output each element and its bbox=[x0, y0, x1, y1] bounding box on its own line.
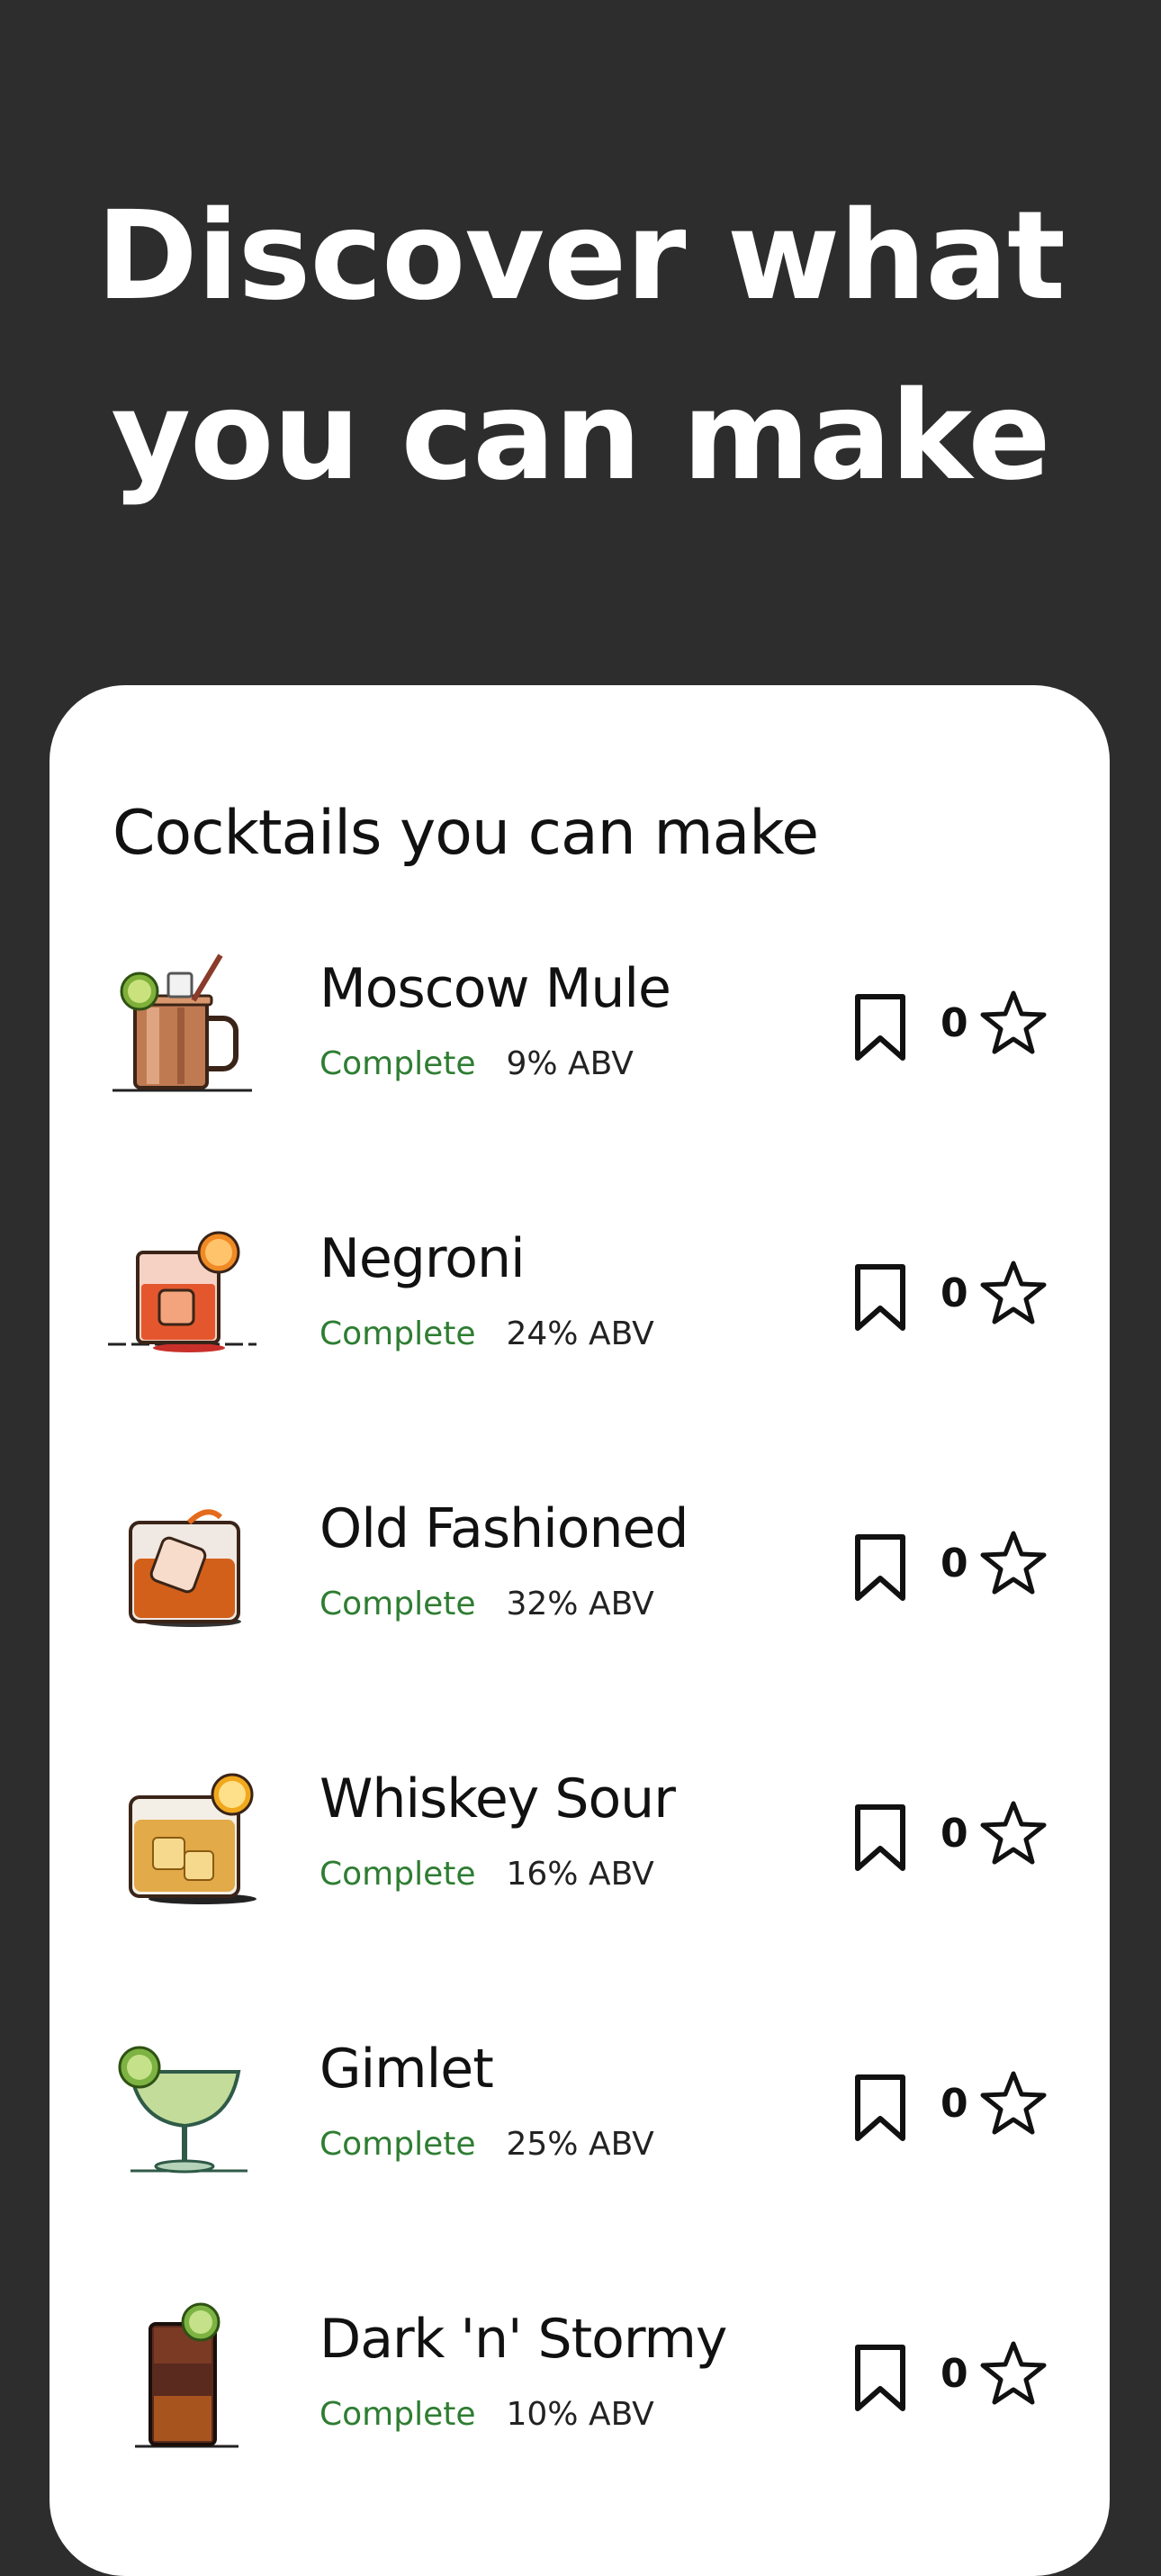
star-icon bbox=[979, 1259, 1048, 1327]
cocktail-row[interactable]: Gimlet Complete 25% ABV 0 bbox=[50, 2027, 1110, 2297]
rating-button[interactable]: 0 bbox=[940, 1252, 1048, 1333]
cocktail-meta: Complete 16% ABV bbox=[320, 1856, 654, 1893]
section-title: Cocktails you can make bbox=[112, 798, 819, 869]
abv-label: 32% ABV bbox=[506, 1586, 654, 1622]
bookmark-icon[interactable] bbox=[849, 991, 912, 1063]
old-fashioned-glass-icon bbox=[104, 1487, 266, 1649]
hero-headline: Discover what you can make bbox=[0, 167, 1161, 527]
rating-button[interactable]: 0 bbox=[940, 982, 1048, 1063]
whiskey-sour-glass-icon bbox=[104, 1757, 266, 1919]
rating-button[interactable]: 0 bbox=[940, 2333, 1048, 2414]
cocktail-row[interactable]: Moscow Mule Complete 9% ABV 0 bbox=[50, 946, 1110, 1216]
star-icon bbox=[979, 2069, 1048, 2138]
cocktail-row[interactable]: Old Fashioned Complete 32% ABV 0 bbox=[50, 1487, 1110, 1757]
star-icon bbox=[979, 989, 1048, 1057]
status-label: Complete bbox=[320, 2126, 476, 2163]
cocktail-list-card: Cocktails you can make Moscow Mule Compl… bbox=[50, 685, 1110, 2576]
status-label: Complete bbox=[320, 2396, 476, 2433]
cocktail-name: Dark 'n' Stormy bbox=[320, 2308, 727, 2371]
cocktail-row[interactable]: Whiskey Sour Complete 16% ABV 0 bbox=[50, 1757, 1110, 2027]
abv-label: 24% ABV bbox=[506, 1315, 654, 1352]
cocktail-meta: Complete 32% ABV bbox=[320, 1586, 654, 1622]
cocktail-meta: Complete 24% ABV bbox=[320, 1315, 654, 1352]
star-icon bbox=[979, 1529, 1048, 1597]
cocktail-meta: Complete 25% ABV bbox=[320, 2126, 654, 2163]
hero-line-1: Discover what bbox=[95, 185, 1066, 328]
rating-count: 0 bbox=[940, 2080, 968, 2127]
cocktail-meta: Complete 10% ABV bbox=[320, 2396, 654, 2433]
cocktail-name: Gimlet bbox=[320, 2038, 494, 2101]
rating-count: 0 bbox=[940, 1540, 968, 1586]
abv-label: 16% ABV bbox=[506, 1856, 654, 1893]
cocktail-name: Moscow Mule bbox=[320, 957, 671, 1020]
rating-count: 0 bbox=[940, 1270, 968, 1316]
rating-count: 0 bbox=[940, 2350, 968, 2397]
negroni-glass-icon bbox=[104, 1216, 266, 1378]
dark-n-stormy-highball-icon bbox=[104, 2297, 266, 2459]
bookmark-icon[interactable] bbox=[849, 2342, 912, 2414]
cocktail-name: Whiskey Sour bbox=[320, 1767, 676, 1830]
status-label: Complete bbox=[320, 1315, 476, 1352]
rating-count: 0 bbox=[940, 1810, 968, 1857]
rating-button[interactable]: 0 bbox=[940, 1793, 1048, 1874]
cocktail-row[interactable]: Negroni Complete 24% ABV 0 bbox=[50, 1216, 1110, 1487]
cocktail-row[interactable]: Dark 'n' Stormy Complete 10% ABV 0 bbox=[50, 2297, 1110, 2567]
rating-button[interactable]: 0 bbox=[940, 2063, 1048, 2144]
bookmark-icon[interactable] bbox=[849, 1261, 912, 1333]
abv-label: 10% ABV bbox=[506, 2396, 654, 2433]
rating-button[interactable]: 0 bbox=[940, 1523, 1048, 1604]
status-label: Complete bbox=[320, 1856, 476, 1893]
cocktail-meta: Complete 9% ABV bbox=[320, 1045, 634, 1082]
bookmark-icon[interactable] bbox=[849, 1802, 912, 1874]
star-icon bbox=[979, 1799, 1048, 1867]
gimlet-coupe-icon bbox=[104, 2027, 266, 2189]
rating-count: 0 bbox=[940, 999, 968, 1046]
status-label: Complete bbox=[320, 1045, 476, 1082]
cocktail-name: Old Fashioned bbox=[320, 1497, 689, 1560]
bookmark-icon[interactable] bbox=[849, 1532, 912, 1604]
moscow-mule-mug-icon bbox=[104, 946, 266, 1108]
abv-label: 9% ABV bbox=[506, 1045, 634, 1082]
status-label: Complete bbox=[320, 1586, 476, 1622]
star-icon bbox=[979, 2339, 1048, 2408]
bookmark-icon[interactable] bbox=[849, 2072, 912, 2144]
cocktail-name: Negroni bbox=[320, 1227, 526, 1290]
abv-label: 25% ABV bbox=[506, 2126, 654, 2163]
hero-line-2: you can make bbox=[111, 366, 1050, 508]
